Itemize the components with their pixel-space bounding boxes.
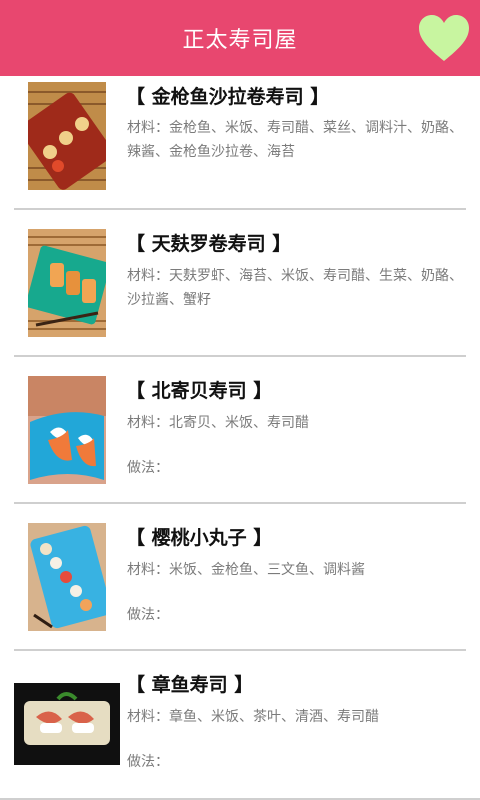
app-title: 正太寿司屋 (182, 28, 298, 53)
item-title: 【 天麸罗卷寿司 】 (126, 233, 292, 255)
item-title: 【 金枪鱼沙拉卷寿司 】 (126, 86, 330, 108)
item-method: 做法： (127, 754, 169, 770)
sushi-list: 【 金枪鱼沙拉卷寿司 】 材料：金枪鱼、米饭、寿司醋、菜丝、调料汁、奶酪、辣酱、… (0, 76, 480, 799)
item-title: 【 章鱼寿司 】 (126, 674, 254, 696)
sushi-thumbnail (28, 229, 106, 337)
item-materials: 材料：章鱼、米饭、茶叶、清酒、寿司醋 (127, 709, 379, 725)
item-materials: 材料：天麸罗虾、海苔、米饭、寿司醋、生菜、奶酪、沙拉酱、蟹籽 (127, 268, 463, 308)
sushi-thumbnail (28, 82, 106, 190)
list-item[interactable]: 【 金枪鱼沙拉卷寿司 】 材料：金枪鱼、米饭、寿司醋、菜丝、调料汁、奶酪、辣酱、… (0, 76, 480, 210)
item-method: 做法： (127, 607, 169, 623)
favorites-heart-icon[interactable] (418, 14, 470, 64)
app-header: 正太寿司屋 (0, 0, 480, 76)
sushi-thumbnail (28, 523, 106, 631)
item-title: 【 北寄贝寿司 】 (126, 380, 273, 402)
list-item[interactable]: 【 天麸罗卷寿司 】 材料：天麸罗虾、海苔、米饭、寿司醋、生菜、奶酪、沙拉酱、蟹… (0, 210, 480, 357)
list-item[interactable]: 【 章鱼寿司 】 材料：章鱼、米饭、茶叶、清酒、寿司醋 做法： (0, 651, 480, 799)
sushi-thumbnail (28, 376, 106, 484)
list-item[interactable]: 【 樱桃小丸子 】 材料：米饭、金枪鱼、三文鱼、调料酱 做法： (0, 504, 480, 651)
item-materials: 材料：北寄贝、米饭、寿司醋 (127, 415, 309, 431)
list-item[interactable]: 【 北寄贝寿司 】 材料：北寄贝、米饭、寿司醋 做法： (0, 357, 480, 504)
item-method: 做法： (127, 460, 169, 476)
item-title: 【 樱桃小丸子 】 (126, 527, 273, 549)
item-materials: 材料：金枪鱼、米饭、寿司醋、菜丝、调料汁、奶酪、辣酱、金枪鱼沙拉卷、海苔 (127, 120, 463, 160)
item-materials: 材料：米饭、金枪鱼、三文鱼、调料酱 (127, 562, 365, 578)
sushi-thumbnail (14, 683, 120, 765)
